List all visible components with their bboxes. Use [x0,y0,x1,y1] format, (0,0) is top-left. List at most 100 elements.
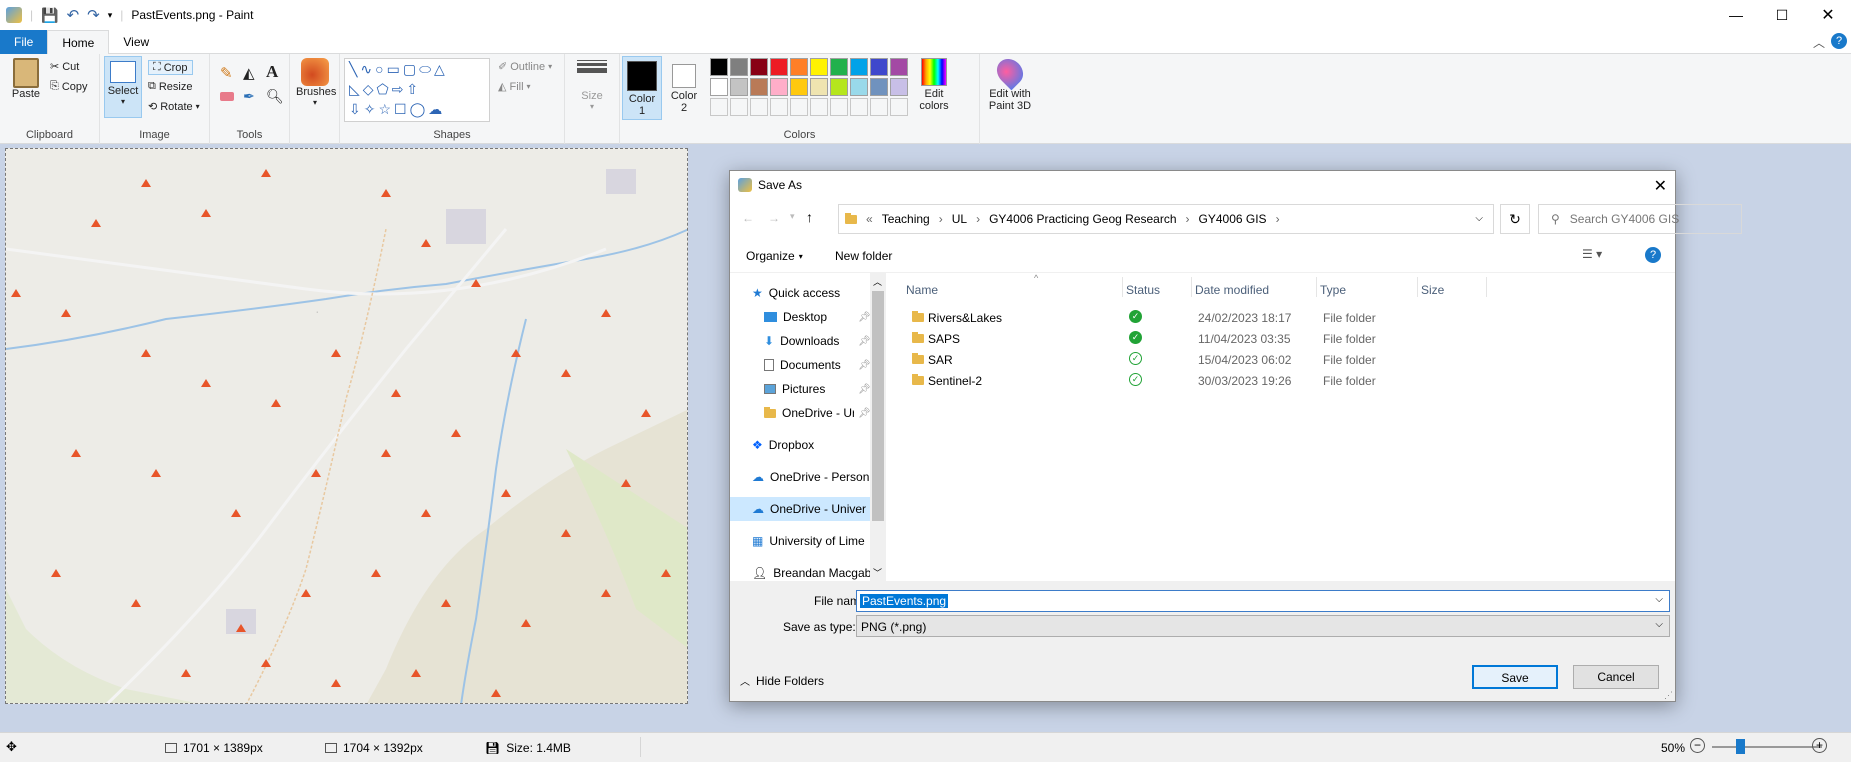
refresh-icon[interactable]: ↻ [1500,204,1530,234]
hide-folders-button[interactable]: ︿ Hide Folders [740,673,824,689]
cancel-button[interactable]: Cancel [1573,665,1659,689]
custom-color-slot[interactable] [810,98,828,116]
nav-pictures[interactable]: Pictures 📌︎ [764,377,886,401]
back-arrow-icon[interactable]: ← [742,211,754,225]
zoom-slider[interactable] [1712,739,1822,754]
shapes-gallery[interactable]: ╲∿○▭▢⬭△ ◺◇⬠⇨⇧ ⇩✧☆☐◯☁ [344,58,490,122]
maximize-button[interactable]: ☐ [1759,7,1805,24]
zoom-in-icon[interactable]: + [1812,738,1827,753]
resize-button[interactable]: ⧉ Resize [148,80,192,93]
nav-onedrive-folder[interactable]: OneDrive - Ur 📌︎ [764,401,886,425]
list-item[interactable]: SAPS ✓ 11/04/2023 03:35 File folder [886,328,1675,349]
collapse-ribbon-icon[interactable]: ︿ [1813,34,1825,51]
zoom-out-icon[interactable]: − [1690,738,1705,753]
paste-button[interactable]: Paste [6,58,46,100]
file-name-dropdown-icon[interactable]: ⌵ [1655,594,1663,605]
palette-swatch[interactable] [830,58,848,76]
new-folder-button[interactable]: New folder [835,249,892,263]
palette-swatch[interactable] [850,58,868,76]
nav-desktop[interactable]: Desktop 📌︎ [764,305,886,329]
palette-swatch[interactable] [890,78,908,96]
palette-swatch[interactable] [750,58,768,76]
redo-icon[interactable]: ↷ [87,6,100,24]
palette-swatch[interactable] [710,78,728,96]
tab-view[interactable]: View [109,30,163,54]
palette-swatch[interactable] [730,78,748,96]
recent-locations-icon[interactable]: ▾ [790,211,795,222]
rotate-button[interactable]: ⟲ Rotate ▾ [148,100,200,114]
search-input[interactable]: ⚲ Search GY4006 GIS [1538,204,1742,234]
resize-grip-icon[interactable]: ⋰ [1664,690,1673,701]
file-name-field[interactable]: PastEvents.png ⌵ [856,590,1670,612]
palette-swatch[interactable] [750,78,768,96]
column-name[interactable]: Name [906,283,938,297]
custom-color-slot[interactable] [870,98,888,116]
customize-quick-access-icon[interactable]: ▾ [108,10,113,21]
custom-color-slot[interactable] [850,98,868,116]
tab-file[interactable]: File [0,29,48,54]
palette-swatch[interactable] [770,78,788,96]
nav-university-limerick[interactable]: ▦ University of Lime [752,529,886,553]
color-picker-icon[interactable]: ✒ [243,88,255,105]
breadcrumb-gy4006-research[interactable]: GY4006 Practicing Geog Research [989,212,1176,226]
custom-color-slot[interactable] [750,98,768,116]
column-status[interactable]: Status [1126,283,1160,297]
custom-color-slot[interactable] [730,98,748,116]
palette-swatch[interactable] [870,58,888,76]
nav-onedrive-personal[interactable]: ☁ OneDrive - Person [752,465,886,489]
magnifier-icon[interactable]: 🔍︎ [266,88,284,105]
column-size[interactable]: Size [1421,283,1444,297]
brushes-button[interactable]: Brushes ▾ [296,58,336,107]
dialog-close-icon[interactable]: ✕ [1654,176,1667,196]
fill-shape-button[interactable]: ◭ Fill ▾ [498,80,531,94]
nav-downloads[interactable]: ⬇ Downloads 📌︎ [764,329,886,353]
nav-scrollbar[interactable]: ︿ ﹀ [870,273,886,581]
breadcrumb-ul[interactable]: UL [952,212,967,226]
nav-user[interactable]: 👤︎ Breandan Macgab [752,561,886,581]
nav-onedrive-university[interactable]: ☁ OneDrive - Univer [730,497,886,521]
nav-quick-access[interactable]: ★ Quick access [752,281,886,305]
tab-home[interactable]: Home [47,29,110,54]
save-button[interactable]: Save [1472,665,1558,689]
palette-swatch[interactable] [790,58,808,76]
pencil-icon[interactable]: ✎ [220,64,233,82]
palette-swatch[interactable] [850,78,868,96]
custom-color-slot[interactable] [830,98,848,116]
palette-swatch[interactable] [790,78,808,96]
address-dropdown-icon[interactable]: ⌵ [1475,213,1483,224]
nav-documents[interactable]: Documents 📌︎ [764,353,886,377]
view-options-icon[interactable]: ☰ ▾ [1582,247,1602,261]
custom-color-slot[interactable] [710,98,728,116]
dialog-help-icon[interactable]: ? [1645,247,1661,263]
help-icon[interactable]: ? [1831,33,1847,49]
cut-button[interactable]: ✂ Cut [50,60,79,74]
palette-swatch[interactable] [730,58,748,76]
column-date-modified[interactable]: Date modified [1195,283,1269,297]
undo-icon[interactable]: ↶ [67,6,80,24]
save-as-type-select[interactable]: PNG (*.png) ⌵ [856,615,1670,637]
palette-swatch[interactable] [710,58,728,76]
size-button[interactable]: Size ▾ [573,60,611,111]
file-list[interactable]: Name ^ Status Date modified Type Size Ri… [886,273,1675,581]
copy-button[interactable]: ⎘ Copy [50,80,88,93]
map-image-canvas[interactable]: · [5,148,688,704]
edit-with-paint3d-button[interactable]: Edit with Paint 3D [982,53,1038,112]
breadcrumb-gy4006-gis[interactable]: GY4006 GIS [1199,212,1267,226]
minimize-button[interactable]: — [1713,7,1759,23]
palette-swatch[interactable] [870,78,888,96]
edit-colors-button[interactable]: Edit colors [916,58,952,112]
palette-swatch[interactable] [830,78,848,96]
list-item[interactable]: Rivers&Lakes ✓ 24/02/2023 18:17 File fol… [886,307,1675,328]
breadcrumb[interactable]: « Teaching › UL › GY4006 Practicing Geog R… [838,204,1494,234]
column-type[interactable]: Type [1320,283,1346,297]
list-item[interactable]: SAR ✓ 15/04/2023 06:02 File folder [886,349,1675,370]
select-button[interactable]: Select ▾ [104,56,142,118]
color2-button[interactable]: Color 2 [664,56,704,114]
palette-swatch[interactable] [810,78,828,96]
forward-arrow-icon[interactable]: → [768,211,780,225]
outline-button[interactable]: ✐ Outline ▾ [498,60,552,74]
nav-dropbox[interactable]: ❖ Dropbox [752,433,886,457]
color1-button[interactable]: Color 1 [622,56,662,120]
crop-button[interactable]: ⛶ Crop [148,60,193,75]
fill-icon[interactable]: ◭ [243,64,255,82]
